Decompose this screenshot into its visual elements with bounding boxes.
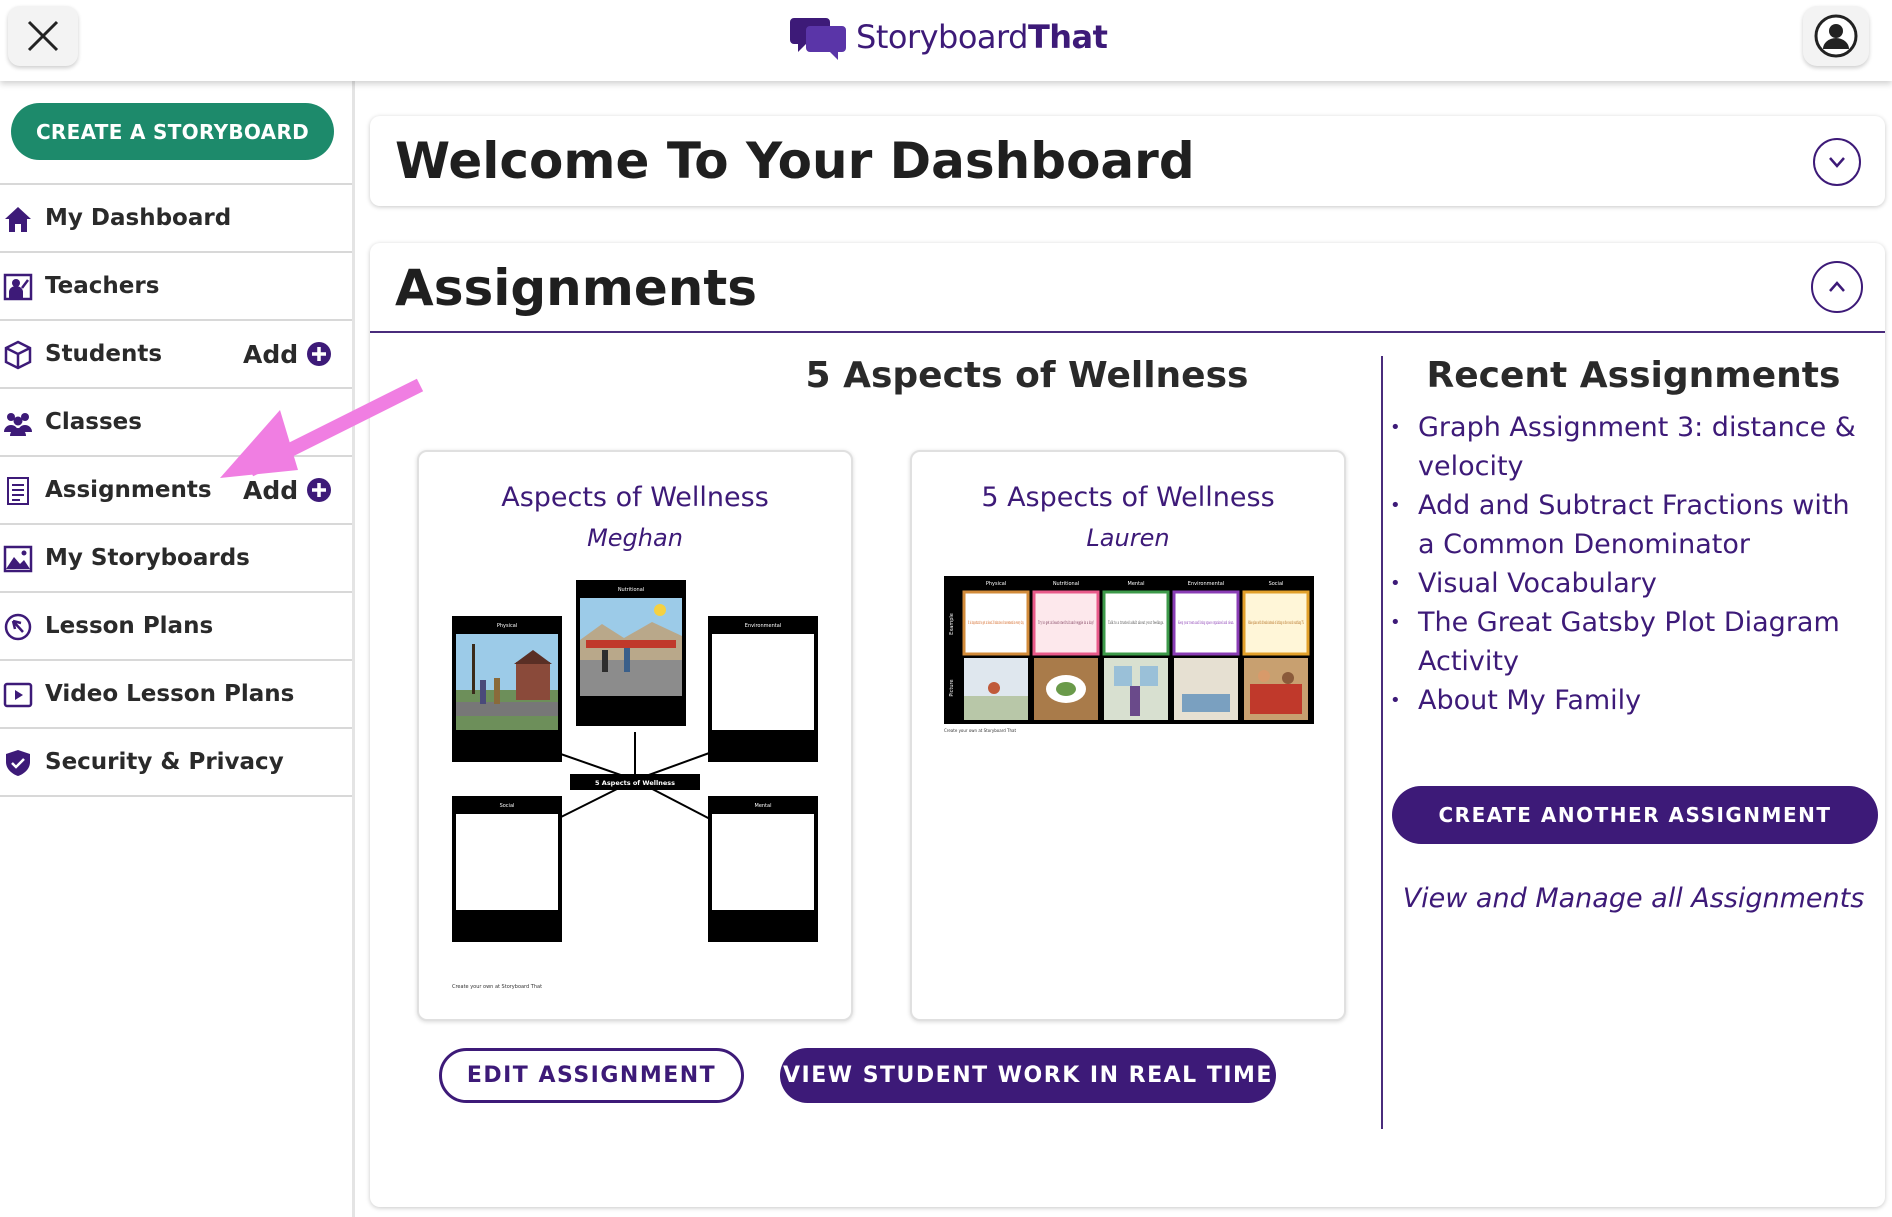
- thumb-cell-label: Social: [500, 803, 515, 809]
- storyboard-thumbnail[interactable]: Nutritional Physical Environmental 5 Asp…: [452, 580, 818, 1000]
- edit-assignment-button[interactable]: EDIT ASSIGNMENT: [439, 1048, 744, 1103]
- sidebar-nav: My Dashboard Teachers Students Add Class…: [0, 183, 352, 797]
- plus-circle-icon: [307, 342, 332, 366]
- user-avatar-icon: [1814, 14, 1858, 58]
- video-icon: [3, 682, 33, 708]
- sidebar-item-security-privacy[interactable]: Security & Privacy: [0, 729, 352, 797]
- home-icon: [5, 207, 31, 232]
- assignments-panel: Assignments 5 Aspects of Wellness Aspect…: [370, 243, 1885, 1207]
- bullet-icon: •: [1390, 417, 1401, 438]
- sidebar-item-label: My Dashboard: [45, 205, 232, 231]
- thumb-cell-text: Talk to a trusted adult about your feeli…: [1108, 620, 1164, 626]
- chevron-up-icon: [1829, 281, 1845, 292]
- thumb-cell-text: Try to get at least one fruit and veggie…: [1038, 620, 1094, 626]
- expand-welcome-button[interactable]: [1813, 138, 1861, 186]
- top-bar: StoryboardThat: [0, 0, 1892, 81]
- sidebar-item-label: Security & Privacy: [45, 749, 284, 775]
- thumb-center-label: 5 Aspects of Wellness: [595, 779, 675, 787]
- thumb-col-header: Nutritional: [1053, 581, 1079, 587]
- vertical-divider: [1381, 356, 1383, 1129]
- close-button[interactable]: [8, 6, 78, 66]
- shield-icon: [6, 750, 30, 776]
- sidebar-item-video-lesson-plans[interactable]: Video Lesson Plans: [0, 661, 352, 729]
- welcome-panel: Welcome To Your Dashboard: [370, 116, 1885, 206]
- thumb-cell-label: Environmental: [745, 623, 781, 629]
- recent-assignments-list: • Graph Assignment 3: distance & velocity…: [1390, 408, 1868, 720]
- recent-assignment-item[interactable]: • The Great Gatsby Plot Diagram Activity: [1390, 603, 1868, 681]
- sidebar-item-label: Students: [45, 341, 163, 367]
- sidebar-item-my-dashboard[interactable]: My Dashboard: [0, 185, 352, 253]
- students-icon: [4, 340, 32, 370]
- profile-button[interactable]: [1803, 6, 1869, 66]
- image-icon: [3, 545, 33, 573]
- teacher-icon: [3, 273, 33, 301]
- storyboard-title[interactable]: Aspects of Wellness: [419, 482, 851, 513]
- sidebar-item-label: Classes: [45, 409, 142, 435]
- classes-icon: [4, 413, 32, 436]
- thumb-cell-text: Keep your room and living space organize…: [1178, 620, 1234, 626]
- storyboard-thumbnail[interactable]: Physical Nutritional Mental Environmenta…: [944, 576, 1314, 736]
- sidebar-item-label: Teachers: [45, 273, 160, 299]
- sidebar-item-label: Assignments: [45, 477, 212, 503]
- recent-assignment-item[interactable]: • About My Family: [1390, 681, 1868, 720]
- sidebar-item-teachers[interactable]: Teachers: [0, 253, 352, 321]
- thumb-col-header: Physical: [986, 581, 1006, 587]
- bullet-icon: •: [1390, 573, 1401, 594]
- storyboardthat-logo[interactable]: StoryboardThat: [790, 12, 1108, 62]
- sidebar-item-lesson-plans[interactable]: Lesson Plans: [0, 593, 352, 661]
- close-icon: [27, 20, 59, 52]
- lesson-plans-icon: [4, 613, 32, 641]
- thumb-col-header: Environmental: [1188, 581, 1224, 587]
- thumb-cell-label: Mental: [755, 803, 772, 809]
- sidebar-item-my-storyboards[interactable]: My Storyboards: [0, 525, 352, 593]
- recent-assignment-item[interactable]: • Visual Vocabulary: [1390, 564, 1868, 603]
- storyboard-card[interactable]: 5 Aspects of Wellness Lauren Physical Nu…: [910, 450, 1346, 1021]
- thumb-col-header: Mental: [1128, 581, 1145, 587]
- create-storyboard-button[interactable]: CREATE A STORYBOARD: [11, 103, 334, 160]
- sidebar-item-label: My Storyboards: [45, 545, 250, 571]
- add-student-button[interactable]: Add: [243, 340, 332, 369]
- sidebar: CREATE A STORYBOARD My Dashboard Teacher…: [0, 81, 355, 1217]
- view-student-work-button[interactable]: VIEW STUDENT WORK IN REAL TIME: [780, 1048, 1276, 1103]
- thumb-col-header: Social: [1269, 581, 1284, 587]
- bullet-icon: •: [1390, 690, 1401, 711]
- divider: [370, 331, 1885, 333]
- welcome-title: Welcome To Your Dashboard: [395, 132, 1195, 190]
- thumb-cell-label: Physical: [497, 623, 517, 629]
- sidebar-item-label: Lesson Plans: [45, 613, 214, 639]
- logo-text: StoryboardThat: [856, 18, 1108, 56]
- assignments-title: Assignments: [395, 259, 758, 317]
- thumb-cell-text: It is important to get at least 20 minut…: [968, 620, 1024, 626]
- storyboard-author: Lauren: [1086, 524, 1170, 552]
- view-all-assignments-link[interactable]: View and Manage all Assignments: [1382, 883, 1885, 914]
- storyboard-author: Meghan: [587, 524, 683, 552]
- assignments-icon: [7, 477, 29, 505]
- collapse-assignments-button[interactable]: [1811, 261, 1863, 313]
- thumb-cell-text: Make plans with friends instead of sitti…: [1248, 620, 1304, 626]
- thumb-row-label: Example: [949, 613, 955, 635]
- recent-assignments-title: Recent Assignments: [1426, 355, 1841, 396]
- thumb-footer: Create your own at Storyboard That: [944, 728, 1016, 733]
- sidebar-item-label: Video Lesson Plans: [45, 681, 295, 707]
- chevron-down-icon: [1829, 157, 1845, 168]
- storyboard-title[interactable]: 5 Aspects of Wellness: [912, 482, 1344, 513]
- thumb-row-label: Picture: [949, 679, 955, 696]
- annotation-arrow: [220, 378, 424, 478]
- speech-bubbles-icon: [790, 18, 846, 60]
- storyboard-card[interactable]: Aspects of Wellness Meghan Nutritional P…: [417, 450, 853, 1021]
- recent-assignment-item[interactable]: • Graph Assignment 3: distance & velocity: [1390, 408, 1868, 486]
- create-another-assignment-button[interactable]: CREATE ANOTHER ASSIGNMENT: [1392, 786, 1878, 844]
- featured-assignment-title: 5 Aspects of Wellness: [805, 355, 1249, 396]
- thumb-footer: Create your own at Storyboard That: [452, 984, 542, 990]
- recent-assignment-item[interactable]: • Add and Subtract Fractions with a Commo…: [1390, 486, 1868, 564]
- bullet-icon: •: [1390, 495, 1401, 516]
- bullet-icon: •: [1390, 612, 1401, 633]
- thumb-cell-label: Nutritional: [618, 587, 644, 593]
